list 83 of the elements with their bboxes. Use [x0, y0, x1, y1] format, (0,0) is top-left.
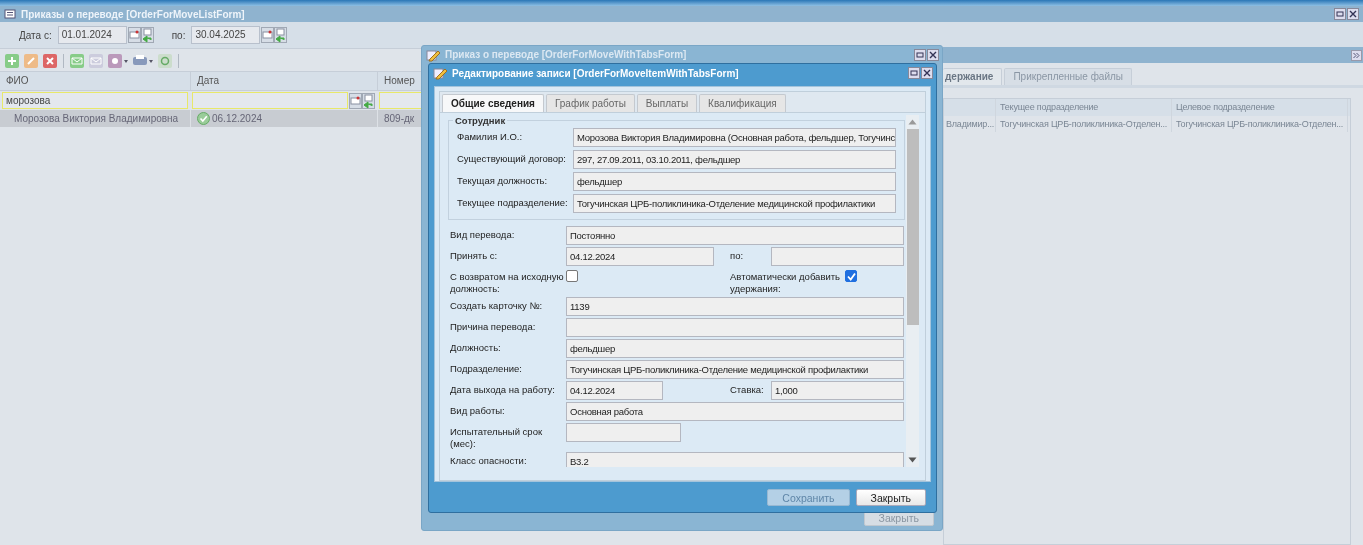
text-field[interactable] — [566, 423, 681, 442]
list-icon — [4, 8, 16, 20]
button[interactable]: Закрыть — [855, 489, 926, 506]
field-label: Причина перевода: — [450, 320, 537, 333]
tab[interactable]: График работы — [545, 94, 635, 112]
filter-label: Дата с: — [19, 29, 52, 41]
text-field[interactable]: 1139 — [566, 297, 904, 316]
field-label: Испытательный срок (мес): — [450, 425, 544, 450]
pencil-icon — [433, 66, 448, 80]
tab[interactable]: Общие сведения — [442, 94, 544, 112]
expand-icon[interactable] — [1351, 49, 1362, 61]
field-label: Принять с: — [450, 249, 499, 262]
text-field[interactable]: Тогучинская ЦРБ-поликлиника-Отделение медицинской профилактики — [573, 194, 897, 213]
text-field[interactable] — [566, 318, 904, 337]
delete-icon[interactable] — [42, 53, 58, 69]
field-label: Создать карточку №: — [450, 299, 544, 312]
clear-icon[interactable] — [140, 27, 154, 43]
checkmark-icon — [846, 271, 856, 281]
checkbox[interactable] — [845, 270, 857, 282]
pencil-icon — [426, 47, 441, 62]
table-cell: Тогучинская ЦРБ-поликлиника-Отделен... — [1172, 116, 1348, 132]
date-field[interactable]: 30.04.2025 — [191, 26, 261, 44]
field-label: Существующий договор: — [457, 152, 567, 166]
filter-field[interactable] — [192, 92, 348, 109]
checkbox[interactable] — [566, 270, 578, 282]
table-cell: Морозова Виктория Владимировна — [0, 110, 191, 127]
down-arrow-icon — [908, 457, 917, 463]
field-label: Вид работы: — [450, 404, 506, 417]
calendar-icon[interactable] — [261, 27, 275, 43]
table-cell: Тогучинская ЦРБ-поликлиника-Отделен... — [996, 116, 1172, 132]
column-header[interactable]: ФИО — [0, 72, 191, 90]
calendar-icon[interactable] — [349, 92, 362, 109]
field-label: Текущее подразделение: — [457, 196, 569, 210]
envelope-icon[interactable] — [69, 53, 85, 69]
text-field[interactable]: Основная работа — [566, 402, 904, 421]
window-title: Приказы о переводе [OrderForMoveListForm] — [21, 8, 246, 20]
field-label: по: — [730, 249, 745, 262]
text-field[interactable]: Постоянно — [566, 226, 904, 245]
field-label: Класс опасности: — [450, 454, 528, 467]
close-icon[interactable] — [921, 67, 933, 79]
date-field[interactable]: 01.01.2024 — [57, 26, 127, 44]
text-field[interactable]: Тогучинская ЦРБ-поликлиника-Отделение медицинской профилактики — [566, 360, 904, 379]
calendar-icon[interactable] — [127, 27, 141, 43]
table-cell-text: 06.12.2024 — [212, 112, 263, 126]
tab[interactable]: Квалификация — [699, 94, 786, 112]
add-icon[interactable] — [4, 53, 20, 69]
text-field[interactable]: В3.2 — [566, 452, 904, 467]
window-title: Приказ о переводе [OrderForMoveWithTabsForm] — [445, 49, 688, 60]
tab[interactable]: держание — [943, 68, 1003, 85]
window-title: Редактирование записи [OrderForMoveItemWithTabsForm] — [452, 67, 740, 79]
text-field[interactable]: фельдшер — [573, 172, 897, 191]
field-label: Должность: — [450, 341, 502, 354]
field-label: Дата выхода на работу: — [450, 383, 556, 396]
column-header[interactable]: Дата — [191, 72, 378, 90]
field-label: Ставка: — [730, 383, 765, 396]
text-field[interactable]: 04.12.2024 — [566, 381, 663, 400]
tab[interactable]: Выплаты — [636, 94, 698, 112]
up-arrow-icon — [908, 119, 917, 125]
field-label: Фамилия И.О.: — [457, 130, 524, 144]
fieldset-legend: Сотрудник — [453, 115, 508, 126]
text-field[interactable]: 1,000 — [771, 381, 904, 400]
close-icon[interactable] — [927, 48, 939, 61]
field-label: С возвратом на исходную должность: — [450, 270, 565, 295]
maximize-icon[interactable] — [908, 67, 920, 79]
maximize-icon[interactable] — [914, 48, 926, 61]
scrollbar[interactable] — [906, 115, 919, 467]
text-field[interactable]: 297, 27.09.2011, 03.10.2011, фельдшер — [573, 150, 897, 169]
table-cell: Владимир... — [944, 116, 996, 132]
filter-label: по: — [171, 29, 186, 41]
text-field[interactable]: фельдшер — [566, 339, 904, 358]
clear-icon[interactable] — [274, 27, 288, 43]
field-label: Текущая должность: — [457, 174, 549, 188]
text-field[interactable]: 04.12.2024 — [566, 247, 714, 266]
text-field[interactable] — [771, 247, 904, 266]
edit-icon[interactable] — [23, 53, 39, 69]
field-label: Автоматически добавить удержания: — [730, 270, 842, 295]
minimize-icon[interactable] — [1334, 8, 1346, 20]
clear-icon[interactable] — [362, 92, 375, 109]
filter-field[interactable]: морозова — [2, 92, 188, 109]
field-label: Подразделение: — [450, 362, 523, 375]
close-icon[interactable] — [1347, 8, 1359, 20]
field-label: Вид перевода: — [450, 228, 516, 241]
text-field[interactable]: Морозова Виктория Владимировна (Основная работа, фельдшер, Тогучинс — [573, 128, 897, 147]
